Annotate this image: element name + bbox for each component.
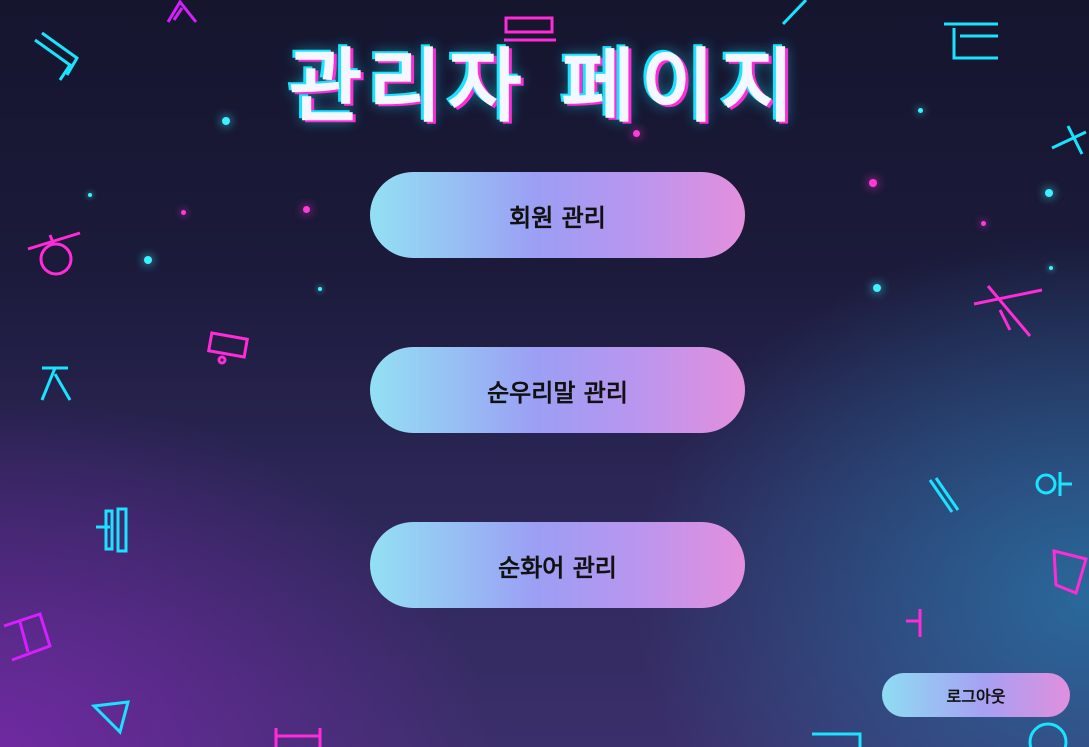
neon-glyph-icon [1035, 472, 1072, 496]
neon-glyph-icon [3, 612, 52, 662]
neon-glyph-icon [812, 732, 862, 747]
neon-glyph-icon [1052, 549, 1088, 596]
pure-korean-word-management-button[interactable]: 순우리말 관리 [370, 347, 745, 433]
neon-glyph-icon [27, 231, 81, 276]
neon-glyph-icon [206, 331, 250, 365]
background-star [318, 287, 322, 291]
logout-button[interactable]: 로그아웃 [882, 673, 1070, 717]
neon-glyph-icon [274, 728, 322, 747]
background-star [144, 256, 152, 264]
neon-glyph-icon [1028, 722, 1068, 747]
neon-glyph-icon [96, 507, 128, 553]
page-title: 관리자 페이지 [288, 40, 801, 133]
background-star [88, 193, 92, 197]
pure-phrase-management-button[interactable]: 순화어 관리 [370, 522, 745, 608]
background-star [981, 221, 986, 226]
neon-glyph-icon [973, 285, 1043, 337]
background-star [181, 210, 186, 215]
background-star [303, 206, 310, 213]
background-star [869, 179, 877, 187]
neon-glyph-icon [90, 700, 131, 735]
neon-glyph-icon [928, 477, 960, 513]
background-star [1049, 266, 1053, 270]
neon-glyph-icon [40, 366, 72, 401]
neon-glyph-icon [906, 609, 922, 637]
background-star [1045, 189, 1053, 197]
member-management-button[interactable]: 회원 관리 [370, 172, 745, 258]
background-star [873, 284, 881, 292]
